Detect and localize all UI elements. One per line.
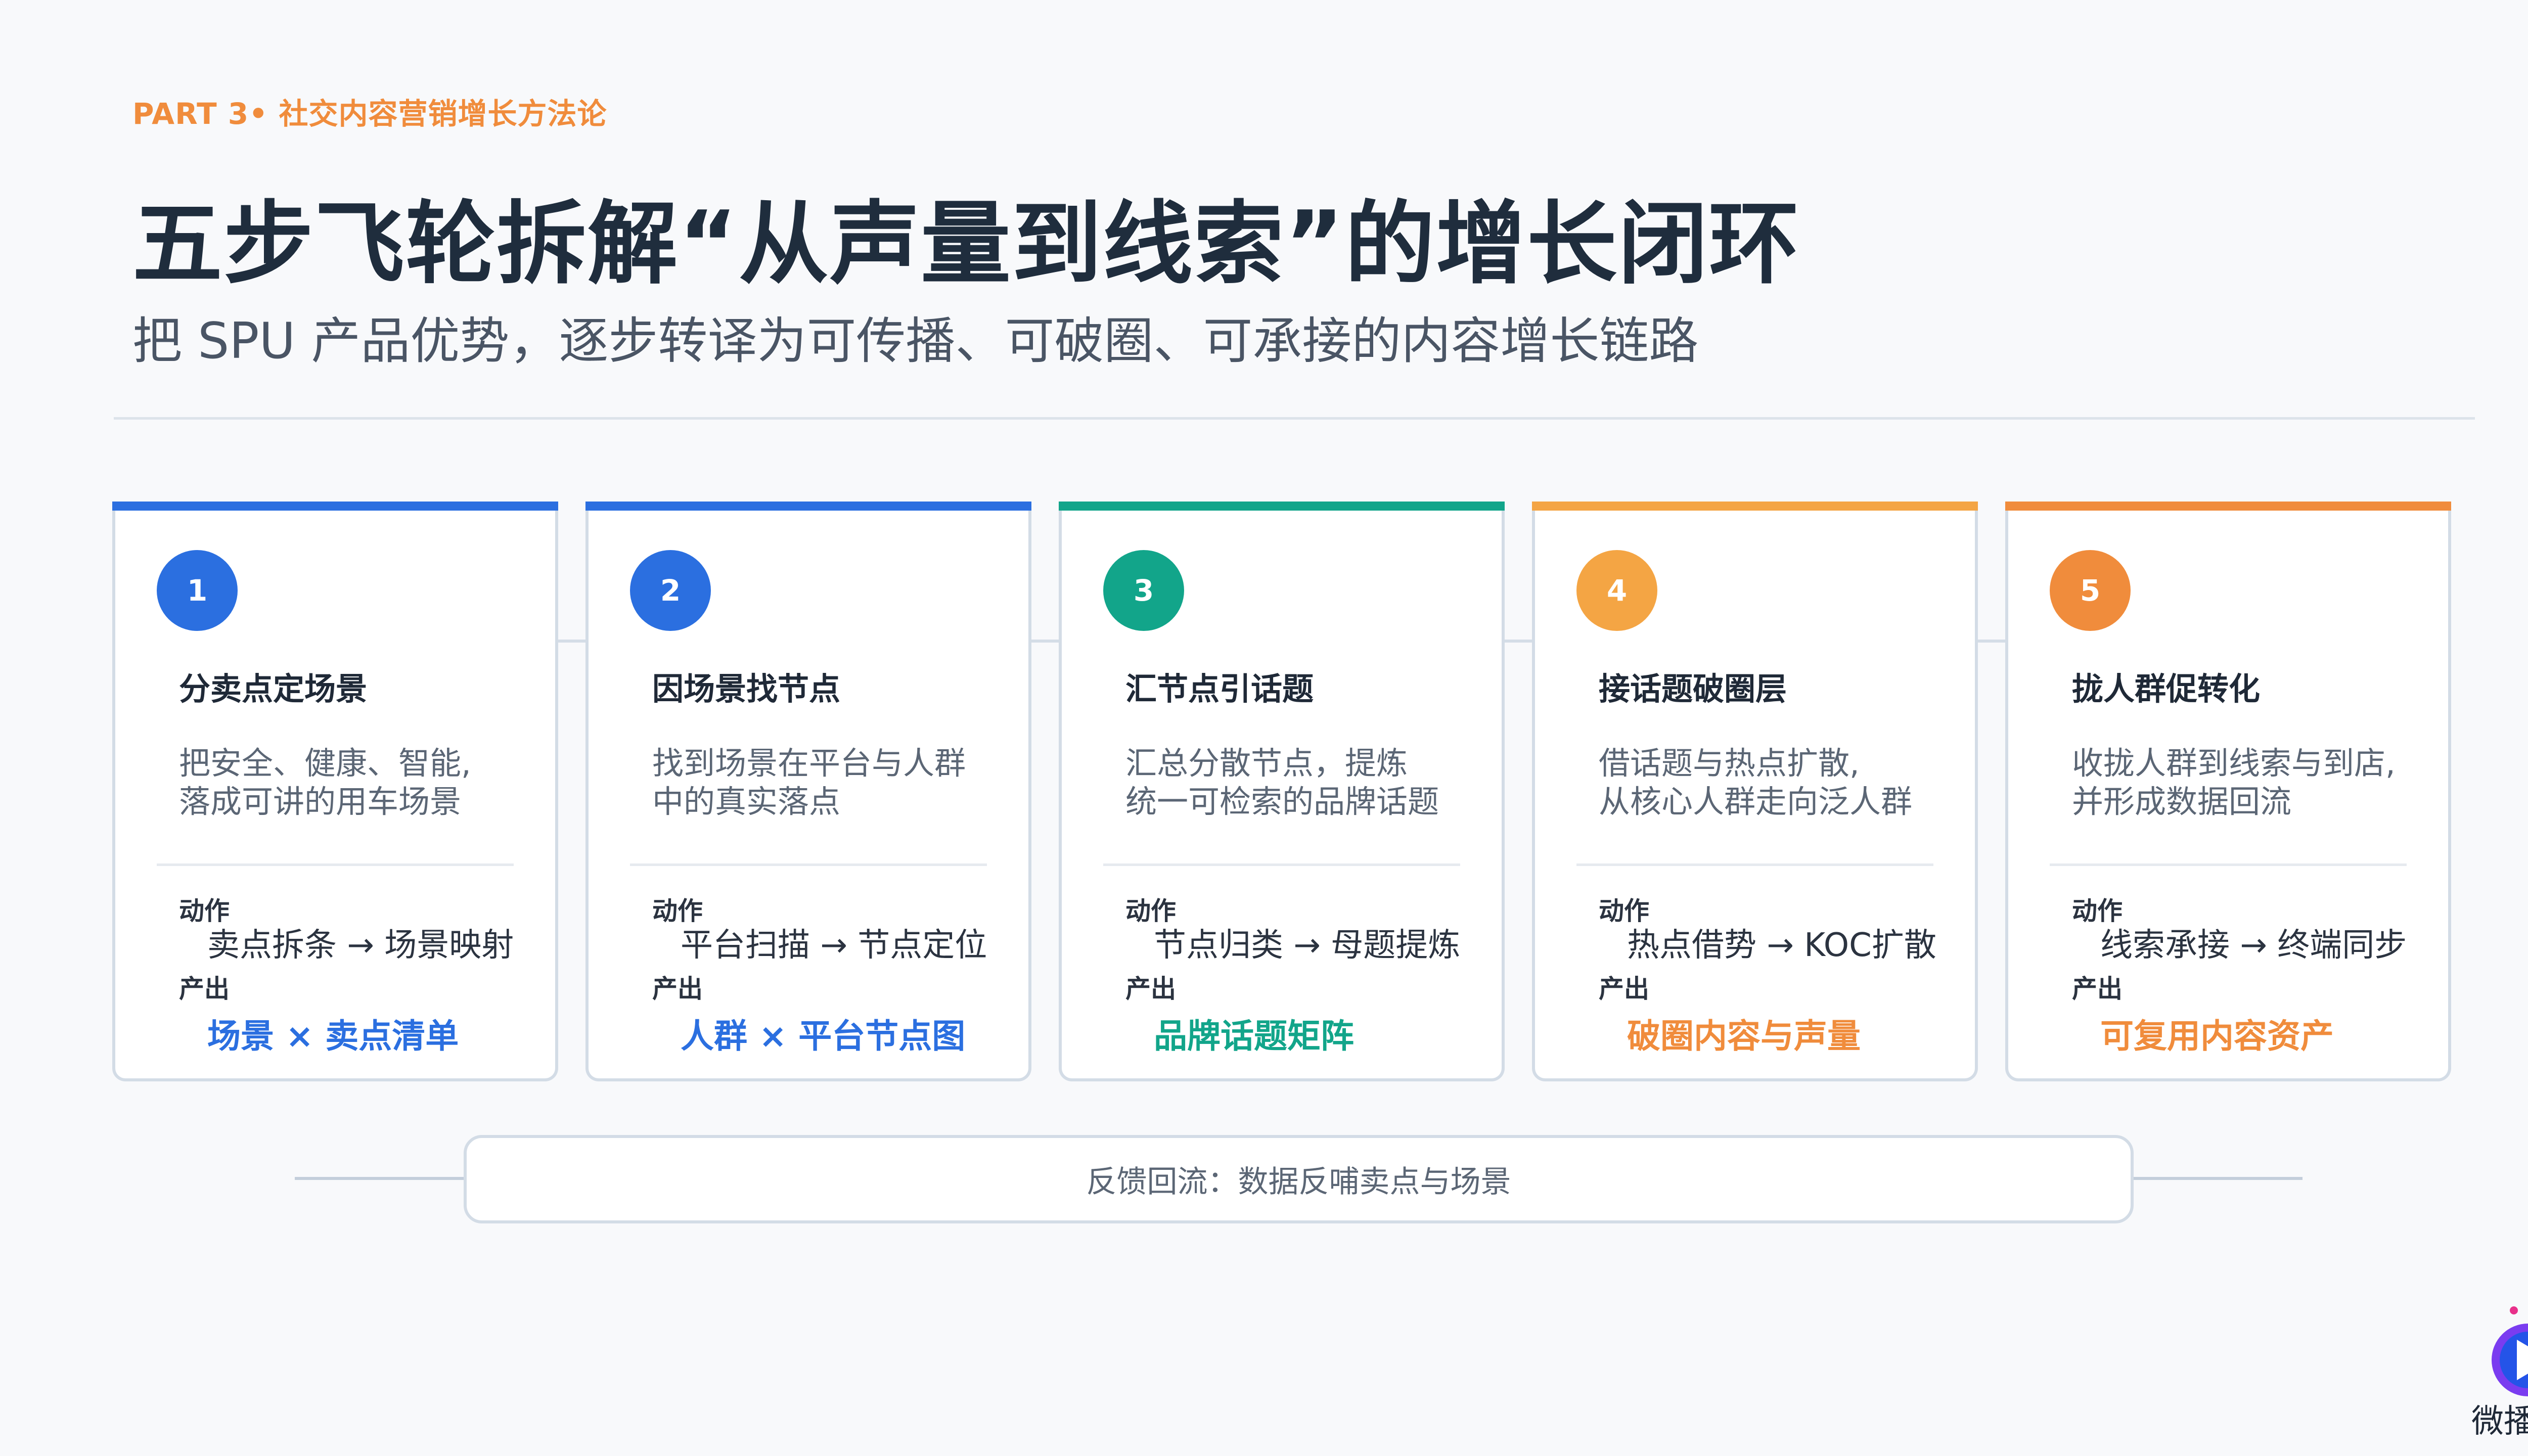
card-accent-bar [1532, 502, 1978, 511]
step-title: 拢人群促转化 [2072, 670, 2261, 707]
step-number-badge: 2 [630, 550, 711, 631]
step-title: 汇节点引话题 [1125, 670, 1314, 707]
output-label: 产出 [2072, 974, 2123, 1004]
output-label: 产出 [179, 974, 230, 1004]
page-subtitle: 把 SPU 产品优势，逐步转译为可传播、可破圈、可承接的内容增长链路 [132, 312, 1699, 370]
feedback-line-left [295, 1177, 467, 1180]
output-label: 产出 [652, 974, 703, 1004]
card-accent-bar [585, 502, 1031, 511]
step-output: 破圈内容与声量 [1627, 1017, 1861, 1056]
step-description: 借话题与热点扩散, 从核心人群走向泛人群 [1599, 745, 1913, 820]
step-title: 分卖点定场景 [179, 670, 368, 707]
step-description: 把安全、健康、智能, 落成可讲的用车场景 [179, 745, 471, 820]
step-output: 场景 × 卖点清单 [207, 1017, 459, 1056]
kicker-text: PART 3• 社交内容营销增长方法论 [132, 97, 607, 131]
card-accent-bar [112, 502, 558, 511]
output-label: 产出 [1599, 974, 1649, 1004]
step-title: 因场景找节点 [652, 670, 841, 707]
brand-name: 微播易 [2471, 1403, 2528, 1440]
step-card-3: 3 汇节点引话题 汇总分散节点，提炼 统一可检索的品牌话题 动作 节点归类 → … [1059, 502, 1505, 1081]
section-kicker: PART 3• 社交内容营销增长方法论 [132, 90, 607, 132]
step-description: 汇总分散节点，提炼 统一可检索的品牌话题 [1125, 745, 1439, 820]
card-accent-bar [2005, 502, 2451, 511]
step-output: 品牌话题矩阵 [1154, 1017, 1354, 1056]
card-connector [1031, 640, 1060, 643]
step-action: 热点借势 → KOC扩散 [1627, 927, 1936, 964]
feedback-text: 反馈回流：数据反哺卖点与场景 [1086, 1164, 1511, 1200]
card-divider [2050, 863, 2407, 866]
step-output: 人群 × 平台节点图 [681, 1017, 966, 1056]
step-number-badge: 3 [1103, 550, 1184, 631]
step-action: 平台扫描 → 节点定位 [681, 927, 987, 964]
step-card-1: 1 分卖点定场景 把安全、健康、智能, 落成可讲的用车场景 动作 卖点拆条 → … [112, 502, 558, 1081]
step-action: 线索承接 → 终端同步 [2100, 927, 2407, 964]
card-divider [1103, 863, 1460, 866]
card-connector [558, 640, 586, 643]
card-divider [1576, 863, 1933, 866]
feedback-line-right [2131, 1177, 2303, 1180]
card-connector [1505, 640, 1533, 643]
feedback-box: 反馈回流：数据反哺卖点与场景 [464, 1135, 2134, 1223]
step-number-badge: 4 [1576, 550, 1657, 631]
header-divider [114, 417, 2475, 420]
step-card-4: 4 接话题破圈层 借话题与热点扩散, 从核心人群走向泛人群 动作 热点借势 → … [1532, 502, 1978, 1081]
step-description: 找到场景在平台与人群 中的真实落点 [652, 745, 966, 820]
step-card-2: 2 因场景找节点 找到场景在平台与人群 中的真实落点 动作 平台扫描 → 节点定… [585, 502, 1031, 1081]
card-accent-bar [1059, 502, 1505, 511]
card-connector [1978, 640, 2006, 643]
step-title: 接话题破圈层 [1599, 670, 1787, 707]
step-number-badge: 1 [157, 550, 238, 631]
step-output: 可复用内容资产 [2100, 1017, 2334, 1056]
step-description: 收拢人群到线索与到店, 并形成数据回流 [2072, 745, 2396, 820]
step-number-badge: 5 [2050, 550, 2131, 631]
page-title: 五步飞轮拆解“从声量到线索”的增长闭环 [132, 192, 1800, 296]
output-label: 产出 [1125, 974, 1176, 1004]
card-divider [157, 863, 514, 866]
step-action: 卖点拆条 → 场景映射 [207, 927, 514, 964]
card-divider [630, 863, 987, 866]
step-card-5: 5 拢人群促转化 收拢人群到线索与到店, 并形成数据回流 动作 线索承接 → 终… [2005, 502, 2451, 1081]
step-action: 节点归类 → 母题提炼 [1154, 927, 1461, 964]
